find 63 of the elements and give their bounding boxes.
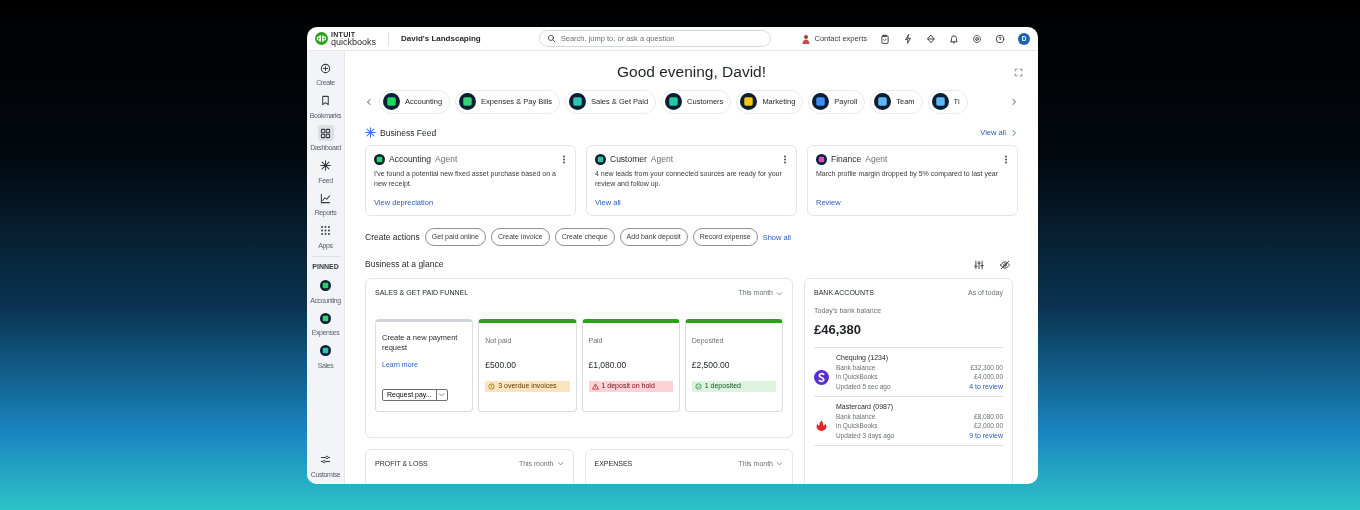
add-icon [320, 62, 331, 74]
app-icon [320, 312, 331, 324]
stage-amount: £2,500.00 [691, 359, 731, 372]
agent-role: Agent [435, 153, 458, 167]
settings-icon[interactable] [972, 33, 982, 44]
section-title: Business Feed [380, 126, 437, 140]
logo-icon [315, 32, 328, 45]
app-icon [320, 280, 331, 291]
bookmark-icon [320, 95, 331, 106]
hide-icon[interactable] [1000, 259, 1010, 270]
app-icon [740, 93, 758, 111]
app-icon [569, 93, 586, 111]
check-icon [694, 382, 702, 390]
chevron-down-icon [776, 460, 783, 468]
balance-amount: £46,380 [814, 321, 862, 340]
apps-icon [320, 225, 331, 236]
more-icon[interactable] [1003, 155, 1009, 165]
fullscreen-icon[interactable] [1014, 67, 1023, 77]
search-icon [546, 34, 556, 43]
app-icon [812, 93, 830, 111]
sparkle-icon [365, 127, 376, 139]
more-icon[interactable] [561, 155, 567, 165]
gem-icon[interactable] [926, 33, 936, 44]
person-icon [802, 33, 811, 44]
sliders-icon[interactable] [974, 259, 984, 270]
chevron-down-icon [438, 391, 446, 399]
company-name: David's Landscaping [401, 32, 481, 45]
agent-icon [816, 154, 827, 166]
clipboard-icon[interactable] [880, 33, 890, 44]
agent-name: Accounting [389, 153, 432, 167]
agent-name: Customer [610, 153, 647, 167]
chevron-left-icon [365, 97, 373, 106]
stage-amount: £1,080.00 [588, 359, 628, 372]
create-actions-label: Create actions [365, 230, 420, 244]
agent-role: Agent [865, 153, 888, 167]
app-icon [931, 93, 949, 111]
warning-icon [591, 382, 599, 390]
chevron-down-icon [776, 289, 783, 297]
sparkle-icon [320, 160, 331, 171]
app-icon [383, 93, 400, 111]
agent-name: Finance [831, 153, 862, 167]
chevron-down-icon [556, 460, 564, 468]
agent-role: Agent [650, 153, 674, 167]
agent-icon [595, 154, 606, 166]
section-title: Business at a glance [365, 258, 444, 272]
sliders-icon [320, 454, 331, 465]
app-icon [320, 345, 331, 356]
app-icon [459, 93, 477, 111]
greeting: Good evening, David! [616, 63, 767, 82]
app-icon [665, 93, 683, 111]
dashboard-icon [320, 127, 331, 139]
clock-icon [488, 382, 496, 390]
agent-icon [374, 154, 385, 166]
chevron-right-icon [1010, 97, 1018, 106]
chevron-right-icon [1010, 128, 1018, 137]
lightning-icon[interactable] [903, 33, 913, 44]
chart-icon [320, 192, 331, 204]
more-icon[interactable] [782, 155, 788, 165]
bell-icon[interactable] [949, 33, 959, 44]
stage-amount: £500.00 [485, 359, 517, 372]
help-icon[interactable] [995, 33, 1005, 44]
app-icon [874, 93, 892, 111]
brand-name: quickbooks [331, 37, 377, 47]
